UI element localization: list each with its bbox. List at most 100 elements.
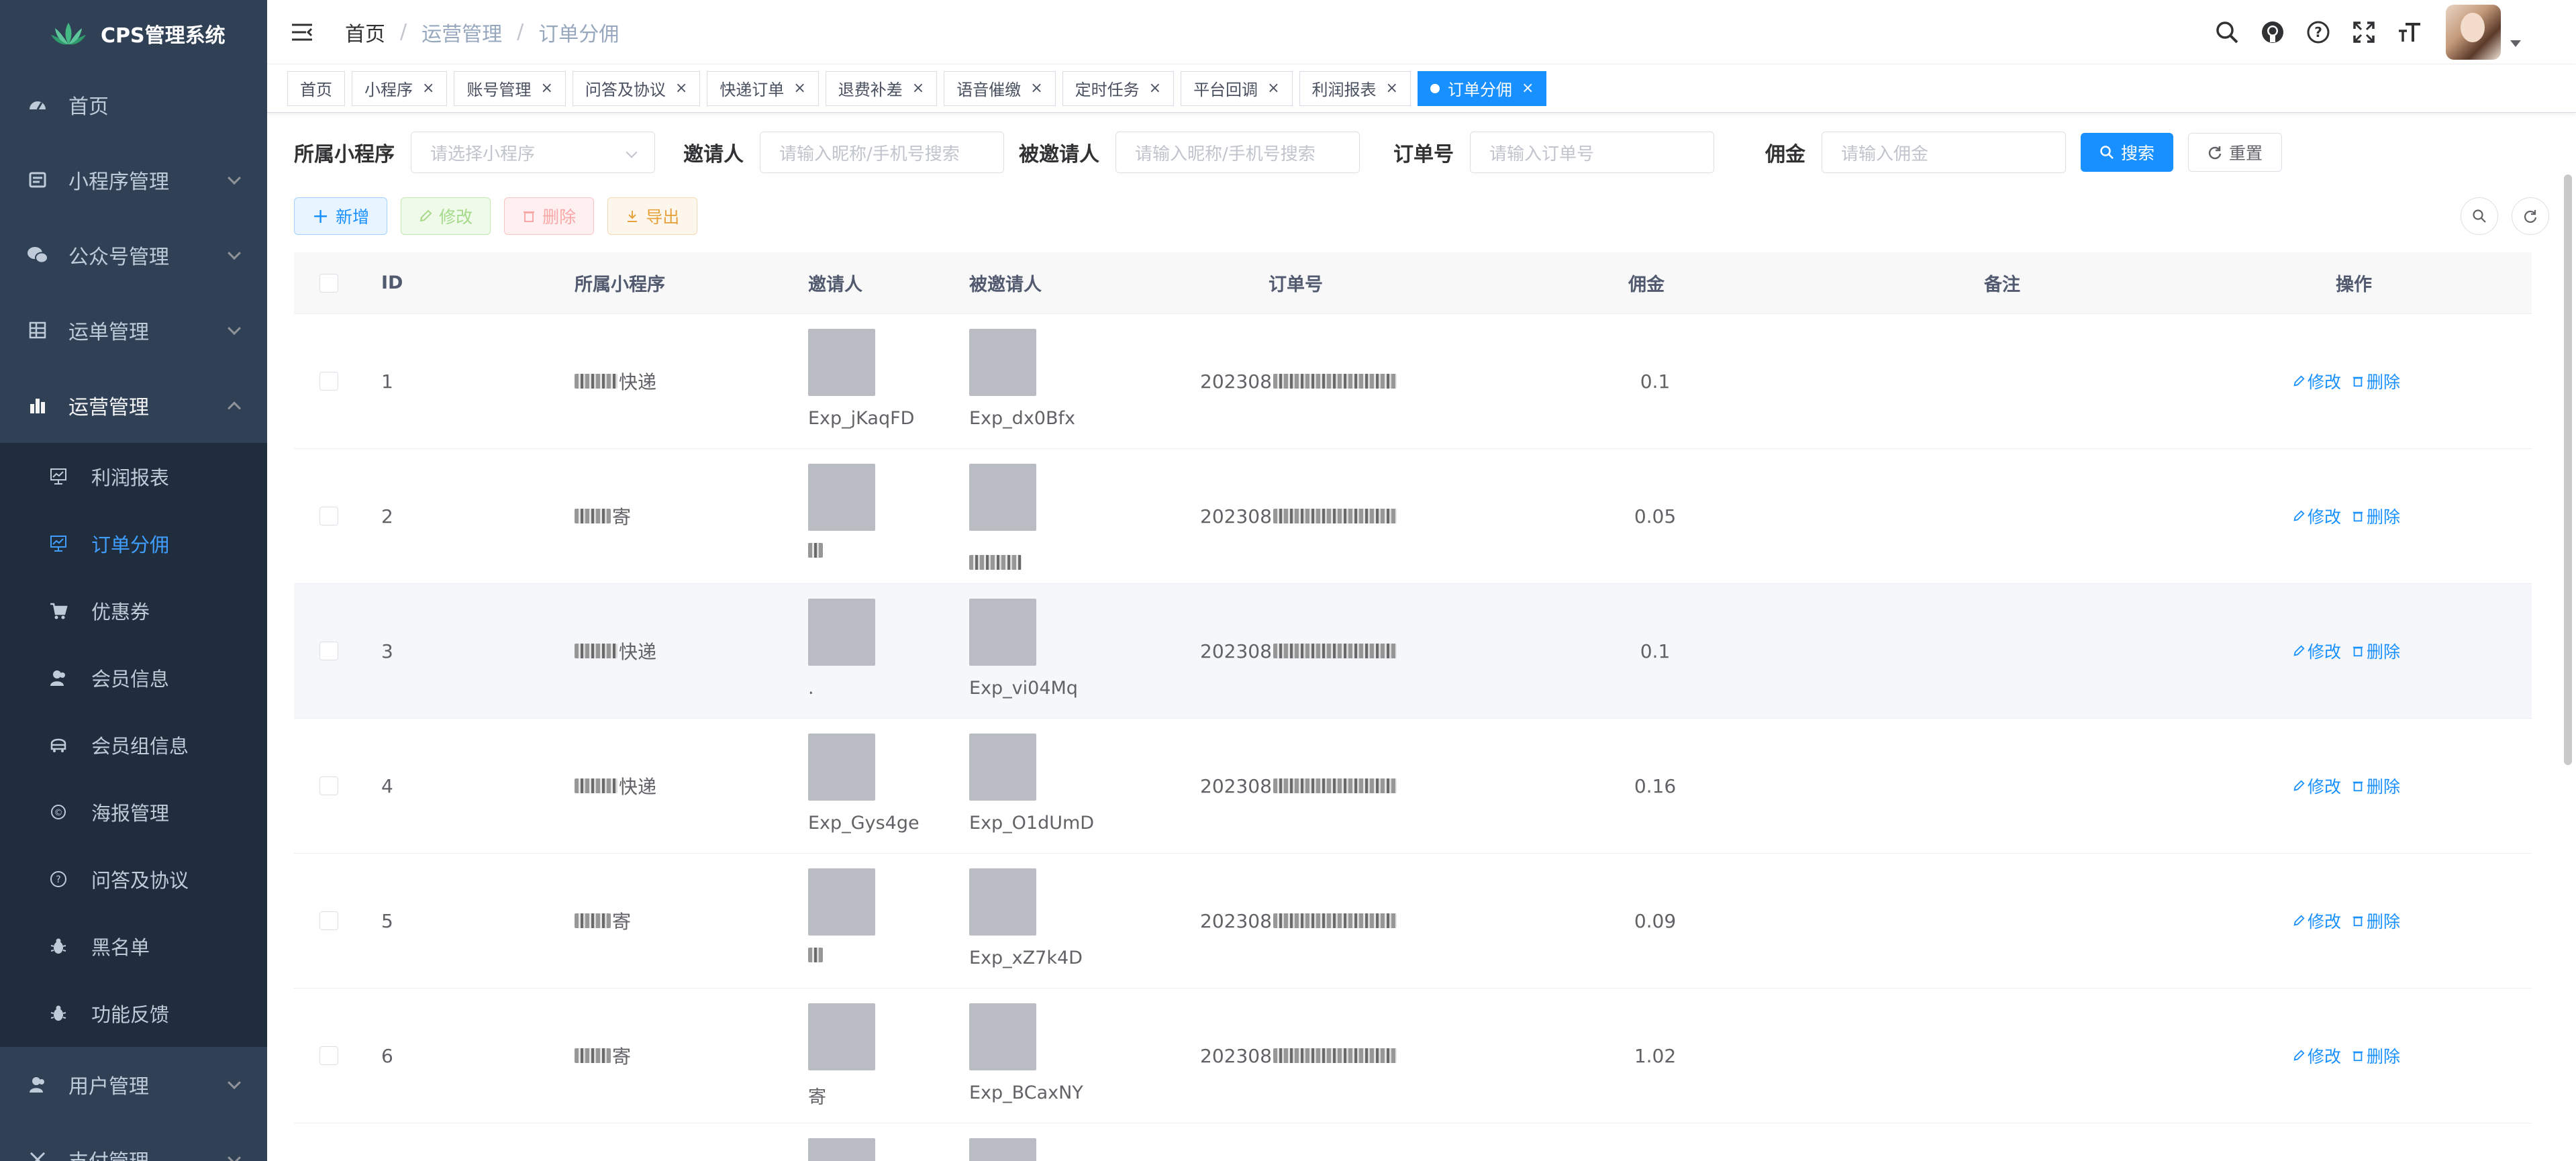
sidebar-item-poster[interactable]: © 海报管理 (0, 778, 267, 846)
close-icon[interactable]: × (912, 80, 924, 97)
order-no-input[interactable]: 请输入订单号 (1470, 132, 1714, 173)
tags-view: 首页 小程序 × 账号管理 × 问答及协议 × 快递订单 × 退费补差 × 语音催缴 × 定… (267, 64, 2576, 113)
commission-input[interactable]: 请输入佣金 (1822, 132, 2066, 173)
miniprogram-select[interactable]: 请选择小程序 (411, 132, 655, 173)
logo[interactable]: CPS管理系统 (0, 0, 267, 67)
close-icon[interactable]: × (1030, 80, 1042, 97)
table-row[interactable] (294, 1123, 2532, 1161)
row-delete-button[interactable]: 删除 (2352, 639, 2400, 663)
sidebar-item-waybill[interactable]: 运单管理 (0, 293, 267, 368)
chart-icon (27, 395, 48, 416)
tag-miniprogram[interactable]: 小程序 × (352, 70, 448, 106)
github-icon[interactable] (2259, 19, 2286, 46)
row-delete-button[interactable]: 删除 (2352, 1044, 2400, 1068)
page-scrollbar[interactable] (2564, 174, 2572, 765)
tag-platform-callback[interactable]: 平台回调 × (1181, 70, 1293, 106)
inviter-name: 寄 (808, 1087, 826, 1108)
close-icon[interactable]: × (1149, 80, 1161, 97)
tag-home[interactable]: 首页 (287, 70, 345, 106)
tag-account[interactable]: 账号管理 × (454, 70, 566, 106)
sidebar-item-wechat[interactable]: 公众号管理 (0, 217, 267, 293)
sidebar-item-profit-report[interactable]: 利润报表 (0, 443, 267, 510)
table-row[interactable]: 3 快递. Exp_vi04Mq 202308 0.1 修改 删除 (294, 584, 2532, 719)
redacted-text (575, 374, 617, 389)
toggle-search-button[interactable] (2461, 197, 2498, 235)
sidebar-item-member-info[interactable]: 会员信息 (0, 644, 267, 711)
edit-button[interactable]: 修改 (401, 197, 491, 235)
row-edit-button[interactable]: 修改 (2293, 369, 2341, 393)
table-row[interactable]: 2 寄 202308 0.05 修改 删除 (294, 449, 2532, 584)
sidebar-item-coupon[interactable]: 优惠券 (0, 577, 267, 644)
sidebar-item-qa[interactable]: ? 问答及协议 (0, 846, 267, 913)
sidebar-item-label: 订单分佣 (91, 534, 170, 556)
row-edit-button[interactable]: 修改 (2293, 1044, 2341, 1068)
tag-order-commission[interactable]: 订单分佣 × (1417, 70, 1547, 106)
tag-scheduled-task[interactable]: 定时任务 × (1062, 70, 1175, 106)
sidebar-item-label: 优惠券 (91, 601, 150, 623)
row-delete-button[interactable]: 删除 (2352, 504, 2400, 528)
row-edit-button[interactable]: 修改 (2293, 774, 2341, 798)
close-icon[interactable]: × (1267, 80, 1279, 97)
close-icon[interactable]: × (540, 80, 552, 97)
add-button[interactable]: + 新增 (294, 197, 388, 235)
order-no-prefix: 202308 (1200, 370, 1272, 393)
close-icon[interactable]: × (675, 80, 687, 97)
tag-refund[interactable]: 退费补差 × (825, 70, 938, 106)
row-checkbox[interactable] (319, 719, 338, 853)
inviter-input[interactable]: 请输入昵称/手机号搜索 (760, 132, 1004, 173)
sidebar-item-payment[interactable]: 支付管理 (0, 1122, 267, 1161)
sidebar-item-feedback[interactable]: 功能反馈 (0, 980, 267, 1047)
row-edit-button[interactable]: 修改 (2293, 639, 2341, 663)
row-checkbox[interactable] (319, 449, 338, 583)
user-avatar[interactable] (2446, 5, 2501, 60)
caret-down-icon[interactable] (2510, 40, 2521, 47)
invitee-input[interactable]: 请输入昵称/手机号搜索 (1116, 132, 1360, 173)
sidebar-item-home[interactable]: 首页 (0, 67, 267, 142)
row-delete-button[interactable]: 删除 (2352, 774, 2400, 798)
close-icon[interactable]: × (422, 80, 434, 97)
sidebar-item-order-commission[interactable]: 订单分佣 (0, 510, 267, 577)
table-row[interactable]: 6 寄寄 Exp_BCaxNY 202308 1.02 修改 删除 (294, 989, 2532, 1123)
sidebar-item-user-management[interactable]: 用户管理 (0, 1047, 267, 1122)
tag-qa[interactable]: 问答及协议 × (572, 70, 701, 106)
search-icon[interactable] (2214, 19, 2240, 46)
tag-voice-reminder[interactable]: 语音催缴 × (944, 70, 1056, 106)
row-checkbox[interactable] (319, 854, 338, 988)
row-edit-button[interactable]: 修改 (2293, 504, 2341, 528)
sidebar-item-operations[interactable]: 运营管理 (0, 368, 267, 443)
close-icon[interactable]: × (793, 80, 805, 97)
search-button[interactable]: 搜索 (2081, 133, 2174, 172)
close-icon[interactable]: × (1386, 80, 1398, 97)
breadcrumb-separator: / (400, 20, 407, 44)
close-icon[interactable]: × (1522, 80, 1534, 97)
row-checkbox[interactable] (319, 584, 338, 718)
sidebar-item-miniprogram[interactable]: 小程序管理 (0, 142, 267, 217)
select-all-checkbox[interactable] (319, 252, 338, 313)
breadcrumb-home[interactable]: 首页 (345, 17, 385, 47)
sidebar-item-blacklist[interactable]: 黑名单 (0, 913, 267, 980)
tag-profit-report[interactable]: 利润报表 × (1299, 70, 1411, 106)
redacted-text (575, 913, 611, 928)
breadcrumb-operations[interactable]: 运营管理 (422, 17, 502, 47)
delete-button[interactable]: 删除 (504, 197, 595, 235)
row-delete-button[interactable]: 删除 (2352, 909, 2400, 933)
reset-button[interactable]: 重置 (2188, 133, 2283, 172)
help-icon[interactable]: ? (2305, 19, 2332, 46)
font-size-icon[interactable] (2396, 19, 2423, 46)
filter-label-miniprogram: 所属小程序 (294, 143, 395, 166)
cell-id: 5 (381, 909, 393, 932)
table-row[interactable]: 1 快递 Exp_jKaqFD Exp_dx0Bfx 202308 0.1 修改 删除 (294, 314, 2532, 449)
row-checkbox[interactable] (319, 989, 338, 1123)
hamburger-icon[interactable] (290, 20, 314, 44)
export-button[interactable]: 导出 (607, 197, 698, 235)
row-edit-button[interactable]: 修改 (2293, 909, 2341, 933)
sidebar-item-member-group[interactable]: 会员组信息 (0, 711, 267, 778)
row-delete-button[interactable]: 删除 (2352, 369, 2400, 393)
table-row[interactable]: 4 快递 Exp_Gys4ge Exp_O1dUmD 202308 0.16 修改 删除 (294, 719, 2532, 854)
fullscreen-icon[interactable] (2350, 19, 2377, 46)
table-row[interactable]: 5 寄 Exp_xZ7k4D 202308 0.09 修改 删除 (294, 854, 2532, 989)
inviter-name: . (808, 678, 814, 699)
refresh-button[interactable] (2512, 197, 2549, 235)
row-checkbox[interactable] (319, 314, 338, 448)
tag-express-order[interactable]: 快递订单 × (707, 70, 819, 106)
